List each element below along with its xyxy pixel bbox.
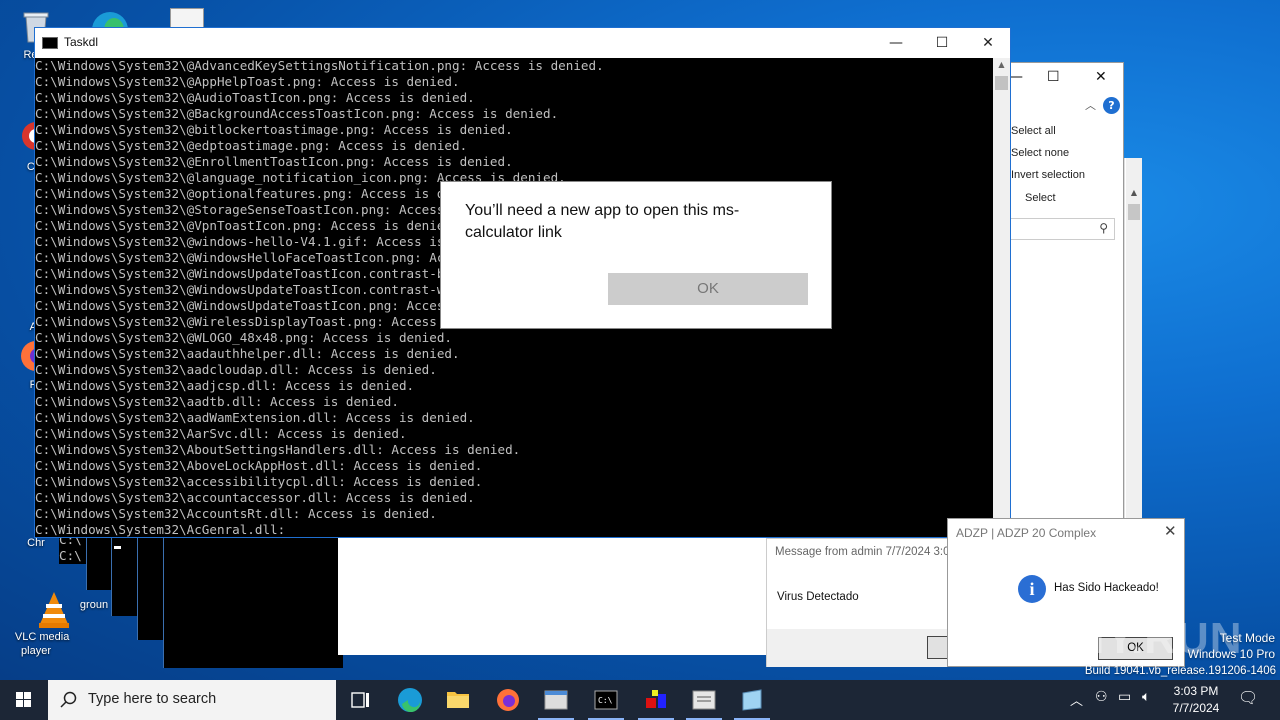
console-line: C:\Windows\System32\AccountsRt.dll: Acce… [35, 506, 437, 521]
vlc-icon [18, 576, 70, 628]
console-line: C:\Windows\System32\AboutSettingsHandler… [35, 442, 521, 457]
console-line: C:\Windows\System32\accessibilitycpl.dll… [35, 474, 483, 489]
cmd-maximize-button[interactable]: ☐ [919, 31, 965, 55]
display-icon[interactable]: ▭ [1118, 689, 1131, 705]
cmd-close-button[interactable]: ✕ [965, 31, 1011, 55]
dialog-ok-button[interactable]: OK [608, 273, 808, 305]
taskbar: Type here to search C:\ ︿ ⚇ ▭ 🔈︎ 3:03 PM… [0, 680, 1280, 720]
build-label: Build 19041.vb_release.191206-1406 [1084, 665, 1276, 677]
console-line: C:\Windows\System32\@bitlockertoastimage… [35, 122, 513, 137]
console-line: C:\Windows\System32\aadauthhelper.dll: A… [35, 346, 460, 361]
collapse-ribbon-icon[interactable]: ︿ [1085, 97, 1096, 113]
test-mode-label: Test Mode [1219, 631, 1275, 645]
taskbar-firefox[interactable] [484, 680, 532, 720]
taskbar-cmd[interactable]: C:\ [582, 680, 630, 720]
console-line: C:\Windows\System32\AboveLockAppHost.dll… [35, 458, 483, 473]
select-none-button[interactable]: Select none [1011, 147, 1069, 159]
taskbar-dialog-app[interactable] [728, 680, 776, 720]
edge-icon [398, 688, 422, 713]
message-body: Virus Detectado [777, 591, 859, 603]
cmd-icon: C:\ [594, 690, 618, 710]
clock-date[interactable]: 7/7/2024 [1166, 701, 1226, 715]
dialog-message: You’ll need a new app to open this ms-ca… [465, 202, 740, 241]
explorer-search-input[interactable]: ⚲ [1009, 218, 1115, 240]
windows-edition-label: Windows 10 Pro [1187, 647, 1275, 661]
task-view-icon [351, 692, 369, 708]
taskbar-ransomware-app[interactable] [632, 680, 680, 720]
message-window-icon [692, 690, 716, 710]
scrollbar[interactable]: ▲ [1126, 158, 1142, 518]
dialog-window-icon [742, 689, 762, 711]
malware-app-icon [646, 690, 666, 708]
console-line: C:\Windows\System32\@AudioToastIcon.png:… [35, 90, 475, 105]
taskbar-edge[interactable] [386, 680, 434, 720]
cmd-minimize-button[interactable]: — [873, 31, 919, 55]
taskbar-app-window[interactable] [532, 680, 580, 720]
window-app-icon [544, 690, 568, 710]
firefox-icon [497, 689, 519, 711]
console-line: C:\Windows\System32\aadtb.dll: Access is… [35, 394, 399, 409]
network-icon[interactable]: ⚇ [1095, 689, 1108, 705]
volume-icon[interactable]: 🔈︎ [1142, 689, 1150, 705]
open-app-dialog[interactable]: You’ll need a new app to open this ms-ca… [440, 181, 832, 329]
console-line: C:\Windows\System32\aadjcsp.dll: Access … [35, 378, 415, 393]
search-icon [60, 691, 77, 708]
console-line: C:\Windows\System32\accountaccessor.dll:… [35, 490, 475, 505]
taskbar-search-box[interactable]: Type here to search [48, 680, 336, 720]
background-window-edge: ▲ [1124, 158, 1142, 518]
adzp-title: ADZP | ADZP 20 Complex [956, 526, 1097, 540]
console-line: C:\Windows\System32\aadWamExtension.dll:… [35, 410, 475, 425]
scroll-up-icon[interactable]: ▲ [1126, 188, 1142, 197]
desktop-icon-vlc[interactable]: VLC media player [0, 548, 72, 672]
windows-logo-icon [16, 692, 31, 707]
blank-window[interactable] [338, 538, 768, 655]
notification-icon[interactable]: 🗨︎ [1238, 688, 1258, 707]
info-icon: i [1018, 575, 1046, 603]
console-line: C:\Windows\System32\@EnrollmentToastIcon… [35, 154, 513, 169]
adzp-message: Has Sido Hackeado! [1054, 582, 1159, 594]
cmd-window-fragment[interactable] [163, 536, 343, 668]
show-hidden-icons[interactable]: ︿ [1070, 690, 1083, 709]
cmd-window-title: Taskdl [64, 35, 99, 49]
console-line: C:\Windows\System32\aadcloudap.dll: Acce… [35, 362, 437, 377]
explorer-window[interactable]: — ☐ ✕ ︿ ? Select all Select none Invert … [1004, 62, 1124, 520]
desktop-icon-label: groun [79, 599, 109, 611]
select-group-label: Select [1025, 192, 1056, 204]
console-line: C:\Windows\System32\AcGenral.dll: [35, 522, 286, 537]
adzp-close-button[interactable]: ✕ [1164, 522, 1177, 540]
taskbar-message-app[interactable] [680, 680, 728, 720]
scroll-up-icon[interactable]: ▲ [993, 60, 1010, 69]
console-line: C:\Windows\System32\@edptoastimage.png: … [35, 138, 468, 153]
select-all-button[interactable]: Select all [1011, 125, 1056, 137]
clock-time[interactable]: 3:03 PM [1166, 684, 1226, 698]
task-view-button[interactable] [336, 680, 384, 720]
help-icon[interactable]: ? [1103, 97, 1120, 114]
svg-text:C:\: C:\ [598, 696, 613, 705]
explorer-minimize-button[interactable]: — [1009, 69, 1023, 85]
console-line: C:\Windows\System32\AarSvc.dll: Access i… [35, 426, 407, 441]
console-scrollbar[interactable]: ▲ [993, 58, 1010, 538]
search-placeholder: Type here to search [88, 691, 217, 707]
scrollbar-thumb[interactable] [1128, 204, 1140, 220]
console-line: C:\Windows\System32\@AppHelpToast.png: A… [35, 74, 460, 89]
desktop-icon-label: VLC media player [14, 631, 70, 657]
taskbar-file-explorer[interactable] [434, 680, 482, 720]
file-desktop-icon[interactable] [170, 8, 204, 28]
folder-icon [447, 692, 469, 708]
explorer-close-button[interactable]: ✕ [1095, 69, 1107, 85]
console-line: C:\Windows\System32\@WLOGO_48x48.png: Ac… [35, 330, 453, 345]
cmd-app-icon [42, 37, 58, 49]
scrollbar-thumb[interactable] [995, 76, 1008, 90]
cursor [114, 546, 121, 549]
search-icon: ⚲ [1099, 221, 1108, 235]
invert-selection-button[interactable]: Invert selection [1011, 169, 1085, 181]
explorer-maximize-button[interactable]: ☐ [1047, 69, 1060, 85]
desktop: Recy CCl Ad Ac Fir Go Chr VLC media play… [0, 0, 1280, 680]
console-line: C:\Windows\System32\@BackgroundAccessToa… [35, 106, 559, 121]
fragment-line: C:\ [59, 548, 82, 563]
console-line: C:\Windows\System32\@AdvancedKeySettings… [35, 58, 604, 73]
cmd-titlebar[interactable]: Taskdl — ☐ ✕ [35, 28, 1010, 58]
start-button[interactable] [0, 680, 48, 720]
